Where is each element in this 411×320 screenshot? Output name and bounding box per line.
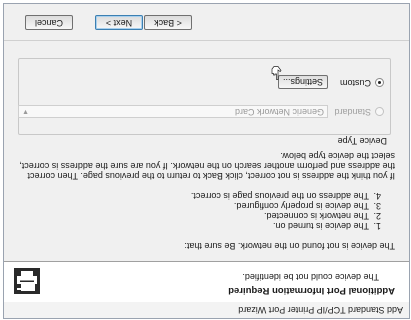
back-button[interactable]: < Back — [144, 15, 192, 30]
standard-radio[interactable] — [375, 107, 384, 116]
standard-device-select[interactable]: Generic Network Card ▼ — [18, 105, 328, 118]
standard-device-value: Generic Network Card — [234, 107, 324, 117]
checklist-item: 1. The device is turned on. — [273, 221, 381, 231]
custom-radio[interactable] — [375, 78, 384, 87]
header-subtitle: The device could not be identified. — [242, 272, 379, 282]
checklist-number: 2. — [373, 211, 381, 221]
title-bar[interactable]: Add Standard TCP/IP Printer Port Wizard — [4, 301, 409, 318]
settings-button[interactable]: Settings... — [278, 75, 328, 89]
custom-radio-label: Custom — [339, 78, 371, 88]
checklist-text: The device is properly configured. — [233, 201, 369, 211]
checklist-number: 4. — [373, 191, 381, 201]
checklist-number: 1. — [373, 221, 381, 231]
checklist-item: 3. The device is properly configured. — [234, 201, 381, 211]
checklist-item: 4. The address on the previous page is co… — [191, 191, 381, 201]
advice-line-1: If you think the address is not correct,… — [27, 171, 395, 181]
wizard-content: The device is not found on the network. … — [4, 40, 409, 261]
device-type-label: Device Type — [337, 136, 387, 146]
wizard-footer: < Back Next > Cancel — [4, 4, 409, 41]
cancel-button[interactable]: Cancel — [25, 15, 73, 30]
checklist-number: 3. — [373, 201, 381, 211]
advice-line-3: select the device type below. — [280, 151, 395, 161]
wizard-header: Additional Port Information Required The… — [4, 261, 409, 302]
intro-text: The device is not found on the network. … — [184, 241, 395, 251]
checklist-text: The network is connected. — [263, 211, 369, 221]
next-button[interactable]: Next > — [95, 15, 143, 30]
printer-network-icon — [12, 266, 42, 296]
checklist-text: The device is turned on. — [272, 221, 369, 231]
window-title: Add Standard TCP/IP Printer Port Wizard — [238, 305, 403, 315]
device-type-group: Standard Generic Network Card ▼ Custom S… — [18, 58, 391, 135]
wizard-window: Add Standard TCP/IP Printer Port Wizard … — [3, 3, 410, 319]
checklist-item: 2. The network is connected. — [264, 211, 381, 221]
advice-line-2: the address and perform another search o… — [19, 161, 395, 171]
checklist-text: The address on the previous page is corr… — [190, 191, 369, 201]
standard-radio-label: Standard — [334, 107, 371, 117]
header-title: Additional Port Information Required — [228, 285, 395, 296]
chevron-down-icon: ▼ — [22, 108, 29, 115]
hand-cursor-icon — [271, 66, 282, 80]
